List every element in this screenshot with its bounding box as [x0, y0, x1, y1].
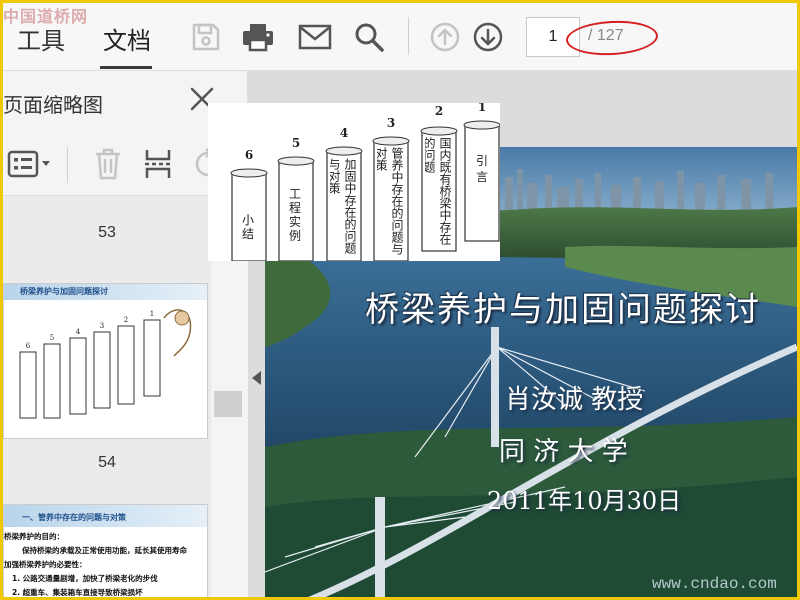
- thumbnail-page-55[interactable]: 一、管养中存在的问题与对策 桥梁养护的目的： 保持桥梁的承载及正常使用功能，延长…: [3, 504, 208, 597]
- active-tab-indicator: [100, 66, 152, 69]
- outline-item-text: 工程实例: [289, 187, 302, 243]
- slide-title: 桥梁养护与加固问题探讨: [365, 290, 761, 330]
- thumbnail-header-text: 桥梁养护与加固问题探讨: [20, 287, 108, 296]
- collapse-panel-arrow-icon[interactable]: [252, 371, 261, 385]
- slide-institution: 同 济 大 学: [499, 437, 628, 467]
- outline-item-number: 1: [478, 103, 486, 114]
- thumbnail-header-text: 一、管养中存在的问题与对策: [22, 513, 126, 522]
- svg-text:1: 1: [150, 310, 154, 318]
- toolbar-separator: [408, 17, 409, 55]
- svg-text:6: 6: [26, 342, 31, 350]
- svg-text:4: 4: [76, 328, 81, 336]
- thumbnail-text-line: 桥梁养护的目的：: [4, 532, 64, 541]
- outline-item-text: 国内既有桥梁中存在的问题: [425, 137, 452, 245]
- page-down-icon[interactable]: [470, 19, 506, 55]
- tab-tools[interactable]: 工具: [17, 21, 65, 56]
- outline-item-number: 6: [245, 148, 253, 162]
- slide-date: 2011年10月30日: [487, 487, 682, 515]
- mail-icon[interactable]: [297, 19, 333, 55]
- outline-diagram-overlay: 6 5 4 3 2 1 小结 工程实例 加固中存在的问题与对策 管养中存在的问题…: [208, 103, 500, 261]
- panel-toolbar-separator: [67, 147, 68, 183]
- scrollbar-thumb[interactable]: [214, 391, 242, 417]
- top-toolbar: 中国道桥网 工具 文档 1 / 127: [3, 3, 797, 71]
- svg-text:3: 3: [100, 322, 104, 330]
- svg-text:2: 2: [124, 316, 128, 324]
- thumbnail-page-label-53[interactable]: 53: [3, 224, 211, 242]
- thumbnail-text-line: 1. 公路交通量剧增，加快了桥梁老化的步伐: [12, 574, 158, 583]
- outline-item-number: 3: [387, 116, 395, 130]
- thumbnail-text-line: 保持桥梁的承载及正常使用功能，延长其使用寿命: [22, 546, 187, 555]
- outline-item-text: 管养中存在的问题与对策: [377, 147, 404, 255]
- extract-pages-icon[interactable]: [143, 147, 173, 185]
- save-icon[interactable]: [188, 19, 224, 55]
- tab-documents[interactable]: 文档: [103, 21, 151, 56]
- outline-item-number: 2: [435, 104, 443, 118]
- outline-item-text: 引言: [476, 154, 489, 184]
- thumbnail-scroll-diagram: 6 5 4 3 2 1: [19, 309, 192, 419]
- thumbnail-page-label-54[interactable]: 54: [3, 454, 211, 472]
- thumbnail-page-54[interactable]: 桥梁养护与加固问题探讨 6 5 4 3 2 1: [3, 283, 208, 439]
- outline-item-text: 小结: [242, 213, 255, 241]
- pdf-reader-window: 中国道桥网 工具 文档 1 / 127 页面缩略图 53 桥梁养护与加固问题探讨…: [3, 3, 797, 597]
- thumbnail-options-icon[interactable]: [7, 149, 55, 183]
- svg-text:5: 5: [50, 334, 54, 342]
- thumbnail-text-line: 加强桥梁养护的必要性：: [4, 560, 87, 569]
- slide-watermark: www.cndao.com: [652, 575, 777, 593]
- search-icon[interactable]: [351, 19, 387, 55]
- outline-item-number: 5: [292, 136, 300, 150]
- outline-item-text: 加固中存在的问题与对策: [330, 158, 357, 254]
- thumbnail-text-line: 2. 超重车、集装箱车直接导致桥梁损坏: [12, 588, 143, 597]
- page-up-icon[interactable]: [427, 19, 463, 55]
- delete-icon[interactable]: [93, 147, 123, 185]
- print-icon[interactable]: [240, 19, 276, 55]
- panel-title: 页面缩略图: [3, 93, 103, 117]
- slide-author: 肖汝诚 教授: [505, 385, 644, 415]
- thumbnail-list: 53 桥梁养护与加固问题探讨 6 5 4 3 2 1 54 一、管养中存在的问题与对策…: [3, 196, 211, 597]
- outline-item-number: 4: [340, 126, 348, 140]
